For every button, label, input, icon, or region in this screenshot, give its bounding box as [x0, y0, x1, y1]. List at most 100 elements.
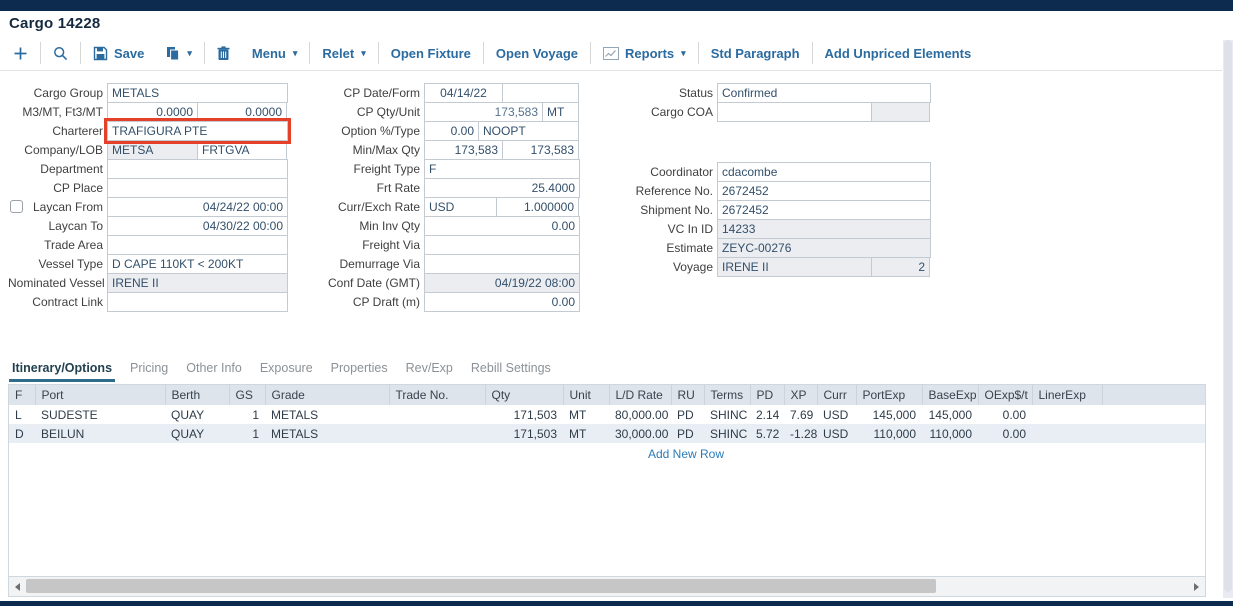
reports-button[interactable]: Reports▾	[592, 46, 697, 61]
cell-trade-no[interactable]	[389, 405, 485, 424]
column-header-baseexp[interactable]: BaseExp	[922, 385, 978, 405]
cell-terms[interactable]: SHINC	[704, 405, 750, 424]
cp-qty-unit-input[interactable]: 173,583	[424, 102, 543, 122]
cell-pd[interactable]: 2.14	[750, 405, 784, 424]
company-lob-input[interactable]: FRTGVA	[197, 140, 287, 160]
cp-qty-unit-input[interactable]: MT	[542, 102, 579, 122]
column-header-berth[interactable]: Berth	[165, 385, 229, 405]
option-pct-type-input[interactable]: NOOPT	[478, 121, 579, 141]
cargo-coa-input[interactable]	[717, 102, 872, 122]
tab-rev-exp[interactable]: Rev/Exp	[403, 356, 456, 382]
curr-exch-rate-input[interactable]: 1.000000	[496, 197, 579, 217]
menu-button[interactable]: Menu▾	[241, 46, 308, 61]
delete-button[interactable]	[206, 46, 241, 61]
cell-oexp-t[interactable]: 0.00	[978, 424, 1032, 443]
min-max-qty-input[interactable]: 173,583	[424, 140, 503, 160]
cell-oexp-t[interactable]: 0.00	[978, 405, 1032, 424]
cell-gs[interactable]: 1	[229, 405, 265, 424]
cell-portexp[interactable]: 110,000	[856, 424, 922, 443]
save-button[interactable]: Save	[82, 46, 155, 61]
column-header-grade[interactable]: Grade	[265, 385, 389, 405]
column-header-curr[interactable]: Curr	[817, 385, 856, 405]
cell-qty[interactable]: 171,503	[485, 424, 563, 443]
cell-berth[interactable]: QUAY	[165, 424, 229, 443]
vertical-scrollbar-thumb[interactable]	[1224, 40, 1232, 592]
column-header-ru[interactable]: RU	[671, 385, 704, 405]
cell-ld-rate[interactable]: 80,000.00	[609, 405, 671, 424]
tab-itinerary-options[interactable]: Itinerary/Options	[9, 356, 115, 382]
department-input[interactable]	[107, 159, 288, 179]
freight-type-input[interactable]: F	[424, 159, 580, 179]
trade-area-input[interactable]	[107, 235, 288, 255]
column-header-gs[interactable]: GS	[229, 385, 265, 405]
column-header-portexp[interactable]: PortExp	[856, 385, 922, 405]
curr-exch-rate-input[interactable]: USD	[424, 197, 497, 217]
m3mt-ft3mt-input[interactable]: 0.0000	[107, 102, 198, 122]
cell-gs[interactable]: 1	[229, 424, 265, 443]
tab-exposure[interactable]: Exposure	[257, 356, 316, 382]
column-header-xp[interactable]: XP	[784, 385, 817, 405]
freight-via-input[interactable]	[424, 235, 580, 255]
cell-ru[interactable]: PD	[671, 405, 704, 424]
option-pct-type-input[interactable]: 0.00	[424, 121, 479, 141]
charterer-input[interactable]: TRAFIGURA PTE	[107, 121, 288, 141]
scroll-right-button[interactable]	[1188, 577, 1205, 596]
add-unpriced-elements-button[interactable]: Add Unpriced Elements	[814, 46, 983, 61]
cp-draft-m-input[interactable]: 0.00	[424, 292, 580, 312]
tab-other-info[interactable]: Other Info	[183, 356, 245, 382]
scroll-left-button[interactable]	[9, 577, 26, 596]
column-header-f[interactable]: F	[9, 385, 35, 405]
cell-port[interactable]: BEILUN	[35, 424, 165, 443]
copy-button[interactable]: ▾	[155, 46, 203, 61]
cell-terms[interactable]: SHINC	[704, 424, 750, 443]
cell-curr[interactable]: USD	[817, 405, 856, 424]
column-header-terms[interactable]: Terms	[704, 385, 750, 405]
add-button[interactable]	[2, 46, 39, 61]
cell-berth[interactable]: QUAY	[165, 405, 229, 424]
coordinator-input[interactable]: cdacombe	[717, 162, 931, 182]
column-header-trade-no[interactable]: Trade No.	[389, 385, 485, 405]
search-button[interactable]	[42, 46, 79, 61]
horizontal-scrollbar-thumb[interactable]	[26, 579, 936, 593]
cp-date-form-input[interactable]: 04/14/22	[424, 83, 503, 103]
column-header-oexp-t[interactable]: OExp$/t	[978, 385, 1032, 405]
laycan-to-input[interactable]: 04/30/22 00:00	[107, 216, 288, 236]
cell-grade[interactable]: METALS	[265, 424, 389, 443]
shipment-no-input[interactable]: 2672452	[717, 200, 931, 220]
column-header-linerexp[interactable]: LinerExp	[1032, 385, 1102, 405]
cell-linerexp[interactable]	[1032, 424, 1102, 443]
cell-linerexp[interactable]	[1032, 405, 1102, 424]
std-paragraph-button[interactable]: Std Paragraph	[700, 46, 811, 61]
cell-port[interactable]: SUDESTE	[35, 405, 165, 424]
cell-grade[interactable]: METALS	[265, 405, 389, 424]
cell-unit[interactable]: MT	[563, 405, 609, 424]
column-header-qty[interactable]: Qty	[485, 385, 563, 405]
laycan-from-checkbox[interactable]	[10, 200, 23, 213]
cell-baseexp[interactable]: 145,000	[922, 405, 978, 424]
horizontal-scrollbar[interactable]	[9, 576, 1205, 596]
cp-date-form-input[interactable]	[502, 83, 579, 103]
status-input[interactable]: Confirmed	[717, 83, 931, 103]
tab-properties[interactable]: Properties	[328, 356, 391, 382]
cell-qty[interactable]: 171,503	[485, 405, 563, 424]
column-header-unit[interactable]: Unit	[563, 385, 609, 405]
demurrage-via-input[interactable]	[424, 254, 580, 274]
reference-no-input[interactable]: 2672452	[717, 181, 931, 201]
cell-ld-rate[interactable]: 30,000.00	[609, 424, 671, 443]
cp-place-input[interactable]	[107, 178, 288, 198]
vessel-type-input[interactable]: D CAPE 110KT < 200KT	[107, 254, 288, 274]
laycan-from-input[interactable]: 04/24/22 00:00	[107, 197, 288, 217]
cell-xp[interactable]: -1.28	[784, 424, 817, 443]
cell-f[interactable]: D	[9, 424, 35, 443]
tab-pricing[interactable]: Pricing	[127, 356, 171, 382]
cell-unit[interactable]: MT	[563, 424, 609, 443]
vertical-scrollbar[interactable]	[1223, 40, 1233, 598]
cell-portexp[interactable]: 145,000	[856, 405, 922, 424]
cargo-group-input[interactable]: METALS	[107, 83, 288, 103]
min-max-qty-input[interactable]: 173,583	[502, 140, 579, 160]
cell-pd[interactable]: 5.72	[750, 424, 784, 443]
cell-ru[interactable]: PD	[671, 424, 704, 443]
cell-baseexp[interactable]: 110,000	[922, 424, 978, 443]
cell-f[interactable]: L	[9, 405, 35, 424]
open-voyage-button[interactable]: Open Voyage	[485, 46, 589, 61]
